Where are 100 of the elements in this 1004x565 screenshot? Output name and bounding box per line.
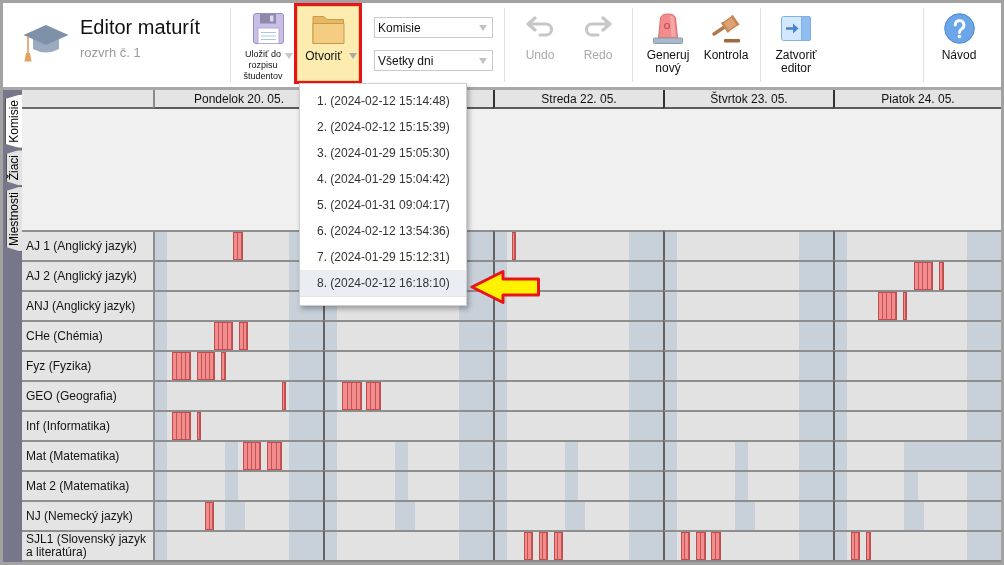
blocked-slot bbox=[629, 352, 663, 380]
blocked-slot bbox=[459, 412, 493, 440]
blocked-slot bbox=[325, 322, 337, 350]
blocked-slot bbox=[665, 532, 677, 560]
blocked-slot bbox=[495, 322, 507, 350]
blocked-slot bbox=[799, 412, 833, 440]
blocked-slot bbox=[459, 352, 493, 380]
undo-icon bbox=[525, 16, 555, 37]
exam-block bbox=[878, 292, 897, 320]
menu-item[interactable]: 7. (2024-01-29 15:12:31) bbox=[300, 244, 466, 270]
check-button[interactable]: Kontrola bbox=[700, 6, 752, 81]
blocked-slot bbox=[629, 472, 663, 500]
day-header: Streda 22. 05. bbox=[493, 90, 663, 109]
blocked-slot bbox=[799, 232, 833, 260]
blocked-slot bbox=[835, 442, 847, 470]
blocked-slot bbox=[225, 472, 238, 500]
blocked-slot bbox=[565, 442, 578, 470]
exam-block bbox=[866, 532, 871, 560]
open-button[interactable]: Otvoriť bbox=[297, 6, 359, 81]
blocked-slot bbox=[967, 442, 1001, 470]
blocked-slot bbox=[835, 472, 847, 500]
exam-block bbox=[267, 442, 282, 470]
blocked-slot bbox=[967, 382, 1001, 410]
blocked-slot bbox=[665, 442, 677, 470]
blocked-slot bbox=[665, 412, 677, 440]
blocked-slot bbox=[325, 532, 337, 560]
caret-icon bbox=[479, 57, 487, 64]
blocked-slot bbox=[967, 472, 1001, 500]
blocked-slot bbox=[565, 502, 585, 530]
day-select[interactable]: Všetky dni bbox=[374, 50, 493, 71]
blocked-slot bbox=[459, 382, 493, 410]
exam-block bbox=[554, 532, 563, 560]
blocked-slot bbox=[904, 472, 918, 500]
exam-block bbox=[172, 352, 191, 380]
menu-item[interactable]: 5. (2024-01-31 09:04:17) bbox=[300, 192, 466, 218]
side-tab[interactable]: Miestnosti bbox=[6, 186, 22, 253]
blocked-slot bbox=[967, 262, 1001, 290]
blocked-slot bbox=[799, 352, 833, 380]
exam-block bbox=[524, 532, 533, 560]
blocked-slot bbox=[495, 502, 507, 530]
help-button[interactable]: Návod bbox=[935, 6, 983, 81]
blocked-slot bbox=[835, 352, 847, 380]
gavel-icon bbox=[711, 13, 741, 43]
blocked-slot bbox=[225, 442, 238, 470]
blocked-slot bbox=[565, 472, 578, 500]
generate-button[interactable]: Generuj nový bbox=[642, 6, 694, 81]
exam-block bbox=[342, 382, 362, 410]
blocked-slot bbox=[835, 292, 847, 320]
exam-block bbox=[539, 532, 548, 560]
blocked-slot bbox=[799, 502, 833, 530]
blocked-slot bbox=[495, 472, 507, 500]
blocked-slot bbox=[155, 502, 167, 530]
save-button[interactable]: Uložiť do rozpisu študentov bbox=[240, 6, 294, 81]
menu-item[interactable]: 6. (2024-02-12 13:54:36) bbox=[300, 218, 466, 244]
blocked-slot bbox=[325, 382, 337, 410]
blocked-slot bbox=[459, 502, 493, 530]
siren-icon bbox=[652, 13, 684, 44]
blocked-slot bbox=[735, 502, 755, 530]
blocked-slot bbox=[799, 382, 833, 410]
side-tab[interactable]: Komisie bbox=[5, 94, 22, 149]
menu-item[interactable]: 2. (2024-02-12 15:15:39) bbox=[300, 114, 466, 140]
exam-block bbox=[205, 502, 214, 530]
blocked-slot bbox=[799, 262, 833, 290]
menu-item[interactable]: 8. (2024-02-12 16:18:10) bbox=[300, 270, 466, 296]
blocked-slot bbox=[629, 382, 663, 410]
blocked-slot bbox=[967, 292, 1001, 320]
close-editor-button[interactable]: Zatvoriť editor bbox=[770, 6, 822, 81]
blocked-slot bbox=[629, 292, 663, 320]
blocked-slot bbox=[325, 502, 337, 530]
blocked-slot bbox=[629, 322, 663, 350]
blocked-slot bbox=[459, 322, 493, 350]
blocked-slot bbox=[289, 532, 323, 560]
exit-icon bbox=[781, 16, 811, 41]
blocked-slot bbox=[967, 232, 1001, 260]
blocked-slot bbox=[289, 322, 323, 350]
blocked-slot bbox=[155, 262, 167, 290]
blocked-slot bbox=[155, 352, 167, 380]
blocked-slot bbox=[835, 322, 847, 350]
blocked-slot bbox=[629, 502, 663, 530]
blocked-slot bbox=[735, 472, 748, 500]
blocked-slot bbox=[967, 352, 1001, 380]
blocked-slot bbox=[495, 232, 507, 260]
blocked-slot bbox=[967, 532, 1001, 560]
view-select[interactable]: Komisie bbox=[374, 17, 493, 38]
menu-item[interactable]: 4. (2024-01-29 15:04:42) bbox=[300, 166, 466, 192]
blocked-slot bbox=[735, 442, 748, 470]
blocked-slot bbox=[904, 502, 924, 530]
menu-item[interactable]: 3. (2024-01-29 15:05:30) bbox=[300, 140, 466, 166]
exam-block bbox=[512, 232, 516, 260]
blocked-slot bbox=[495, 532, 507, 560]
exam-block bbox=[851, 532, 860, 560]
blocked-slot bbox=[289, 502, 323, 530]
side-tab[interactable]: Žiaci bbox=[6, 148, 22, 187]
blocked-slot bbox=[799, 322, 833, 350]
blocked-slot bbox=[155, 412, 167, 440]
help-icon bbox=[943, 13, 975, 44]
blocked-slot bbox=[495, 412, 507, 440]
blocked-slot bbox=[289, 472, 323, 500]
blocked-slot bbox=[799, 442, 833, 470]
graduation-cap-icon bbox=[22, 23, 70, 62]
